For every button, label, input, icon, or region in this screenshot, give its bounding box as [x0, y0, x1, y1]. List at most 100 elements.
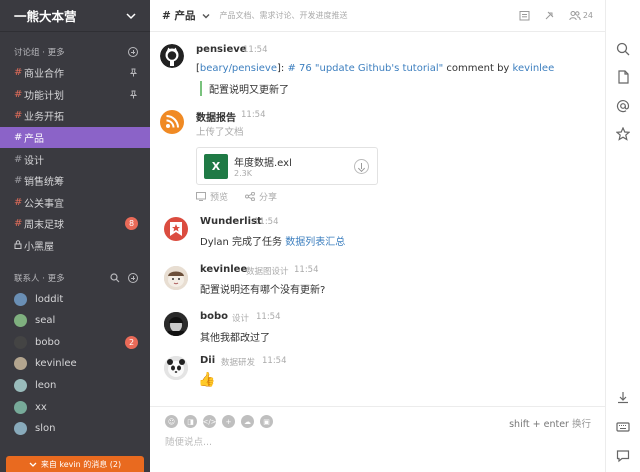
channel-label: 公关事宜 [24, 198, 64, 210]
message-time: 11:54 [256, 312, 281, 322]
members-icon[interactable] [569, 10, 581, 21]
message-time: 11:54 [262, 356, 287, 366]
channel-label: 小黑屋 [24, 242, 54, 254]
channel-item[interactable]: # 设计 [0, 148, 150, 170]
channel-item[interactable]: # 业务开拓 [0, 105, 150, 127]
channel-item[interactable]: # 功能计划 [0, 84, 150, 106]
message-author[interactable]: kevinlee [200, 264, 247, 275]
message-author[interactable]: pensieve [196, 44, 247, 55]
star-icon[interactable] [616, 127, 630, 141]
chevron-down-icon[interactable] [201, 11, 211, 21]
channel-item[interactable]: # 产品 [0, 126, 150, 149]
keyboard-icon[interactable] [616, 420, 630, 434]
avatar [14, 357, 27, 371]
contact-item[interactable]: leon [0, 375, 150, 397]
user-link[interactable]: kevinlee [513, 63, 555, 74]
contact-list: loddit seal bobo 2 kevinlee leon xx slon [0, 288, 150, 439]
contact-label: loddit [35, 293, 64, 305]
wunderlist-avatar[interactable] [164, 217, 188, 241]
channel-label: 销售统筹 [24, 177, 64, 189]
task-complete-text: Dylan 完成了任务 [200, 237, 286, 248]
github-avatar[interactable] [160, 44, 184, 68]
contact-item[interactable]: bobo 2 [0, 332, 150, 354]
file-attachment-card[interactable]: X 年度数据.exl 2.3K [196, 147, 378, 185]
comment-quote: 配置说明又更新了 [200, 81, 289, 96]
emoji-icon[interactable]: ☺ [165, 415, 178, 428]
comment-action: comment by [443, 63, 513, 74]
file-name[interactable]: 年度数据.exl [234, 154, 292, 169]
search-icon[interactable] [616, 42, 630, 56]
channel-item[interactable]: # 商业合作 [0, 62, 150, 84]
screenshot-icon[interactable]: ▣ [260, 415, 273, 428]
message-body: [beary/pensieve]: # 76 "update Github's … [196, 63, 555, 74]
contact-item[interactable]: kevinlee [0, 353, 150, 375]
add-icon[interactable]: + [222, 415, 235, 428]
kevinlee-avatar[interactable] [164, 266, 188, 290]
chat-bubble-icon[interactable] [616, 449, 630, 463]
hash-icon: # [14, 153, 23, 165]
contact-item[interactable]: loddit [0, 288, 150, 310]
contact-label: xx [35, 401, 47, 413]
contact-item[interactable]: xx [0, 396, 150, 418]
channel-header: # 产品 产品文档、需求讨论、开发进度推送 24 [150, 0, 605, 32]
unread-messages-bar[interactable]: 来自 kevin 的消息 (2) [6, 456, 144, 472]
message-time: 11:54 [254, 217, 279, 227]
hash-icon: # [14, 88, 23, 100]
share-icon [245, 192, 255, 201]
search-icon[interactable] [110, 273, 120, 283]
channel-item[interactable]: # 销售统筹 [0, 170, 150, 192]
channel-list: # 商业合作 # 功能计划 # 业务开拓 # 产品 # 设计 # 销售统筹 # 公关事宜 # 周末足球 8 小黑屋 [0, 62, 150, 256]
newline-hint: shift + enter 换行 [509, 416, 591, 430]
channel-item[interactable]: # 公关事宜 [0, 192, 150, 214]
message-author[interactable]: Wunderlist [200, 216, 262, 227]
avatar [14, 335, 27, 349]
rss-avatar[interactable] [160, 110, 184, 134]
team-header[interactable]: 一熊大本营 [0, 0, 150, 32]
contact-label: bobo [35, 336, 60, 348]
share-button[interactable]: 分享 [245, 190, 277, 203]
channel-label: 商业合作 [24, 69, 64, 81]
cloud-upload-icon[interactable]: ☁ [241, 415, 254, 428]
contacts-section-title[interactable]: 联系人 · 更多 [14, 272, 65, 284]
dii-avatar[interactable] [164, 356, 188, 380]
team-name: 一熊大本营 [14, 9, 77, 24]
contact-item[interactable]: seal [0, 310, 150, 332]
channel-item[interactable]: 小黑屋 [0, 235, 150, 257]
message-time: 11:54 [243, 45, 268, 55]
message-author[interactable]: 数据报告 [196, 109, 236, 124]
contact-item[interactable]: slon [0, 418, 150, 440]
download-icon[interactable] [354, 159, 369, 174]
message-author[interactable]: Dii [200, 355, 215, 366]
channel-title[interactable]: # 产品 [162, 8, 195, 23]
bobo-avatar[interactable] [164, 312, 188, 336]
mention-icon[interactable] [616, 99, 630, 113]
lock-icon [14, 239, 24, 252]
channels-section-title[interactable]: 讨论组 · 更多 [14, 46, 65, 58]
calendar-icon[interactable] [519, 10, 530, 21]
message-author[interactable]: bobo [200, 311, 228, 322]
contacts-section-header: 联系人 · 更多 [0, 268, 150, 288]
add-channel-icon[interactable] [128, 47, 138, 57]
message-body: Dylan 完成了任务 数据列表汇总 [200, 233, 345, 248]
sticker-icon[interactable]: ◨ [184, 415, 197, 428]
pin-icon[interactable] [544, 10, 555, 21]
task-link[interactable]: 数据列表汇总 [285, 237, 345, 248]
channel-item[interactable]: # 周末足球 8 [0, 213, 150, 235]
issue-link[interactable]: # 76 "update Github's tutorial" [287, 63, 443, 74]
preview-button[interactable]: 预览 [196, 190, 228, 203]
code-icon[interactable]: </> [202, 415, 217, 428]
chevron-down-icon[interactable] [124, 9, 138, 23]
repo-link[interactable]: beary/pensieve [200, 63, 277, 74]
channel-label: 周末足球 [24, 220, 64, 232]
upload-text: 上传了文档 [196, 127, 244, 138]
contact-label: seal [35, 315, 56, 327]
preview-icon [196, 192, 206, 201]
add-contact-icon[interactable] [128, 273, 138, 284]
message-input[interactable]: 随便说点... [165, 434, 212, 448]
channel-label: 业务开拓 [24, 112, 64, 124]
file-icon[interactable] [616, 70, 630, 84]
channels-section-header: 讨论组 · 更多 [0, 42, 150, 62]
download-icon[interactable] [616, 390, 630, 404]
unread-notice-text: 来自 kevin 的消息 (2) [40, 459, 122, 469]
share-label: 分享 [259, 193, 278, 203]
